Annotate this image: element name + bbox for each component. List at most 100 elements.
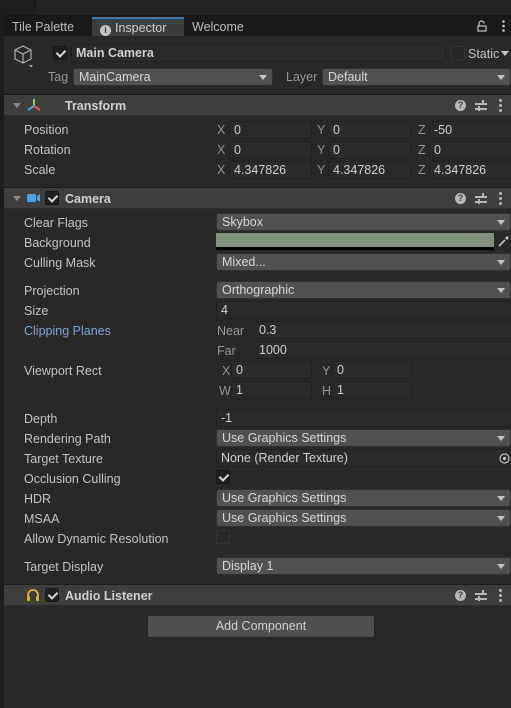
camera-header[interactable]: Camera ? [4,187,511,209]
camera-enabled-checkbox[interactable] [45,191,59,205]
culling-mask-value: Mixed... [222,255,266,269]
object-active-checkbox[interactable] [53,46,67,60]
object-name-field[interactable]: Main Camera [71,44,446,62]
position-y-field[interactable]: 0 [328,121,411,139]
axis-x-label: X [217,143,226,157]
static-checkbox[interactable] [451,46,465,60]
lock-icon[interactable] [476,20,488,32]
inspector-panel: Main Camera Static Tag MainCamera Layer … [4,36,511,708]
transform-title: Transform [65,99,127,113]
dynamic-resolution-label: Allow Dynamic Resolution [24,532,169,546]
tab-welcome[interactable]: Welcome [184,17,252,37]
static-label: Static [468,47,500,61]
add-component-button[interactable]: Add Component [147,615,375,638]
target-display-dropdown[interactable]: Display 1 [216,557,511,575]
axis-y-label: Y [317,163,326,177]
transform-icon [27,99,41,111]
presets-icon[interactable] [475,193,487,205]
kebab-menu-icon[interactable] [499,589,502,603]
position-z-field[interactable]: -50 [429,121,511,139]
position-x-field[interactable]: 0 [229,121,312,139]
help-icon[interactable]: ? [455,193,466,204]
gameobject-cube-icon[interactable] [12,44,34,68]
tab-bar: Tile Palette i Inspector Welcome [4,15,511,37]
window-icons [476,19,505,34]
occlusion-culling-label: Occlusion Culling [24,472,121,486]
static-dropdown[interactable]: Static [468,46,510,62]
eyedropper-icon[interactable] [498,235,510,247]
size-field[interactable]: 4 [216,301,511,319]
near-clip-field[interactable]: 0.3 [254,321,511,339]
occlusion-culling-checkbox[interactable] [216,470,230,484]
tag-label: Tag [48,70,69,84]
foldout-arrow-icon[interactable] [13,103,21,108]
culling-mask-dropdown[interactable]: Mixed... [216,253,511,271]
chevron-down-icon [497,260,505,265]
projection-value: Orthographic [222,283,295,297]
msaa-dropdown[interactable]: Use Graphics Settings [216,509,511,527]
projection-dropdown[interactable]: Orthographic [216,281,511,299]
target-display-label: Target Display [24,560,104,574]
viewport-y-field[interactable]: 0 [332,361,412,379]
tab-label: Tile Palette [12,20,75,34]
camera-title: Camera [65,192,111,206]
rotation-y-field[interactable]: 0 [328,141,411,159]
scale-y-field[interactable]: 4.347826 [328,161,411,179]
viewport-x-field[interactable]: 0 [231,361,312,379]
rotation-z-field[interactable]: 0 [429,141,511,159]
depth-field[interactable]: -1 [216,409,511,427]
layer-dropdown[interactable]: Default [322,68,511,86]
info-icon: i [100,25,111,36]
tag-value: MainCamera [79,70,151,84]
hdr-dropdown[interactable]: Use Graphics Settings [216,489,511,507]
chevron-down-icon [497,564,505,569]
tab-inspector[interactable]: i Inspector [92,17,184,37]
background-color-swatch[interactable] [216,233,494,250]
component-icons: ? [455,191,511,207]
audio-listener-header[interactable]: Audio Listener ? [4,584,511,606]
object-picker-icon[interactable] [499,453,510,464]
tab-tile-palette[interactable]: Tile Palette [4,17,82,37]
clipping-planes-label: Clipping Planes [24,324,111,338]
far-label: Far [217,344,236,358]
audio-listener-enabled-checkbox[interactable] [45,588,59,602]
target-texture-value: None (Render Texture) [221,451,348,465]
top-strip-segment [0,0,36,15]
clear-flags-dropdown[interactable]: Skybox [216,213,511,231]
clear-flags-value: Skybox [222,215,263,229]
chevron-down-icon [497,288,505,293]
kebab-menu-icon[interactable] [499,192,502,206]
tag-dropdown[interactable]: MainCamera [73,68,273,86]
scale-z-field[interactable]: 4.347826 [429,161,511,179]
rotation-x-field[interactable]: 0 [229,141,312,159]
target-texture-field[interactable]: None (Render Texture) [216,449,511,467]
viewport-w-field[interactable]: 1 [231,381,312,399]
axis-h-label: H [322,384,332,398]
dynamic-resolution-checkbox[interactable] [216,530,230,544]
rendering-path-dropdown[interactable]: Use Graphics Settings [216,429,511,447]
viewport-h-field[interactable]: 1 [332,381,412,399]
help-icon[interactable]: ? [455,100,466,111]
target-display-value: Display 1 [222,559,274,573]
hdr-value: Use Graphics Settings [222,491,347,505]
headphones-icon [27,589,39,601]
clear-flags-label: Clear Flags [24,216,88,230]
chevron-down-icon [501,51,510,56]
scale-x-field[interactable]: 4.347826 [229,161,312,179]
axis-x-label: X [217,123,226,137]
component-icons: ? [455,588,511,604]
rendering-path-value: Use Graphics Settings [222,431,347,445]
msaa-label: MSAA [24,512,60,526]
msaa-value: Use Graphics Settings [222,511,347,525]
kebab-menu-icon[interactable] [502,20,505,32]
presets-icon[interactable] [475,100,487,112]
tab-label: Inspector [115,21,167,35]
axis-y-label: Y [317,143,326,157]
far-clip-field[interactable]: 1000 [254,341,511,359]
transform-header[interactable]: Transform ? [4,94,511,116]
help-icon[interactable]: ? [455,590,466,601]
kebab-menu-icon[interactable] [499,99,502,113]
foldout-arrow-icon[interactable] [13,196,21,201]
chevron-down-icon [259,75,267,80]
presets-icon[interactable] [475,590,487,602]
